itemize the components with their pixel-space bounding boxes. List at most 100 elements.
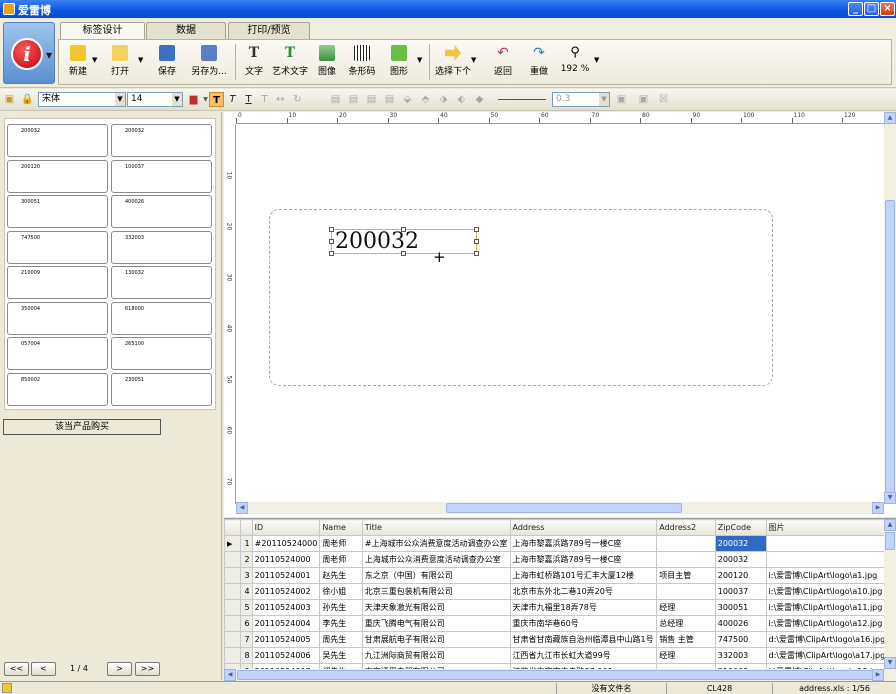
table-cell[interactable]: 747500: [714, 631, 767, 648]
align-right-icon[interactable]: ▤: [364, 92, 379, 107]
fill-color-icon[interactable]: ▣: [636, 92, 651, 107]
label-thumbnail[interactable]: 850002: [7, 372, 108, 406]
table-cell[interactable]: #上海城市公众消费意度活动调查办公室: [361, 535, 511, 552]
column-header[interactable]: Address: [509, 519, 658, 536]
table-cell[interactable]: 200032: [714, 551, 767, 568]
next-page-button[interactable]: >: [107, 662, 132, 676]
text-button[interactable]: T 文字: [241, 44, 267, 82]
table-cell[interactable]: i:\爱雷博\ClipArt\logo\a11.jpg: [765, 599, 896, 616]
italic-text-icon[interactable]: T: [225, 92, 240, 107]
table-cell[interactable]: 上海城市公众消费意度活动调查办公室: [361, 551, 511, 568]
table-cell[interactable]: 20110524000: [251, 551, 321, 568]
table-cell[interactable]: 天津天象激光有限公司: [361, 599, 511, 616]
table-cell[interactable]: 20110524001: [251, 567, 321, 584]
table-cell[interactable]: 400026: [714, 615, 767, 632]
art-text-button[interactable]: T 艺术文字: [270, 44, 310, 82]
table-cell[interactable]: 徐小姐: [319, 583, 363, 600]
redo-button[interactable]: ↷ 重做: [526, 44, 552, 82]
table-row[interactable]: 7 20110524005 周先生 甘肃展航电子有限公司 甘肃省甘南藏族自治州临潭县中山…: [224, 631, 896, 648]
label-thumbnail[interactable]: 210009: [7, 266, 108, 299]
label-thumbnail[interactable]: 747500: [7, 230, 108, 264]
flip-icon[interactable]: ⬘: [418, 92, 433, 107]
align-center-icon[interactable]: ▤: [346, 92, 361, 107]
zoom-chevron-down-icon[interactable]: ▼: [594, 56, 599, 64]
open-chevron-down-icon[interactable]: ▼: [138, 56, 143, 64]
tab-label-design[interactable]: 标签设计: [60, 22, 145, 40]
column-header[interactable]: Name: [319, 519, 363, 536]
table-row[interactable]: 8 20110524006 吴先生 九江洲际商贸有限公司 江西省九江市长虹大道99号 经理…: [224, 647, 896, 664]
scroll-up-icon[interactable]: ▲: [884, 112, 896, 124]
table-cell[interactable]: 200120: [714, 567, 767, 584]
table-cell[interactable]: 吴先生: [319, 647, 363, 664]
table-cell[interactable]: [656, 583, 716, 600]
rotate-icon[interactable]: ↻: [290, 92, 305, 107]
table-row[interactable]: 3 20110524001 赵先生 东之京（中国）有限公司 上海市虹桥路101号汇丰大厦…: [224, 567, 896, 584]
label-thumbnail[interactable]: 200120: [7, 159, 108, 193]
table-cell[interactable]: 孙先生: [319, 599, 363, 616]
table-row[interactable]: 4 20110524002 徐小姐 北京三重包装机有限公司 北京市东外北二巷10弄20号…: [224, 583, 896, 600]
label-thumbnail[interactable]: 230051: [111, 372, 212, 406]
table-cell[interactable]: 九江洲际商贸有限公司: [361, 647, 511, 664]
table-cell[interactable]: 周先生: [319, 631, 363, 648]
scroll-left-icon[interactable]: ◀: [224, 669, 236, 681]
table-cell[interactable]: 上海市虹桥路101号汇丰大厦12楼: [509, 567, 658, 584]
resize-handle[interactable]: [474, 251, 479, 256]
table-cell[interactable]: 总经理: [656, 615, 716, 632]
table-cell[interactable]: 上海市黎嘉浜路789号一楼C座: [509, 535, 658, 552]
scroll-up-icon[interactable]: ▲: [884, 519, 896, 531]
table-cell[interactable]: 东之京（中国）有限公司: [361, 567, 511, 584]
barcode-button[interactable]: 条形码: [346, 44, 378, 82]
align-justify-icon[interactable]: ▤: [382, 92, 397, 107]
table-cell[interactable]: 20110524004: [251, 615, 321, 632]
underline-text-icon[interactable]: T: [241, 92, 256, 107]
shape-button[interactable]: 图形: [386, 44, 412, 82]
bold-text-icon[interactable]: T: [209, 92, 224, 107]
toolbar-page-icon[interactable]: ▣: [2, 92, 17, 107]
column-header[interactable]: 图片: [765, 519, 896, 536]
label-thumbnail[interactable]: 300051: [7, 195, 108, 228]
resize-handle[interactable]: [474, 239, 479, 244]
table-cell[interactable]: i:\爱雷博\ClipArt\logo\a1.jpg: [765, 567, 896, 584]
tab-data[interactable]: 数据: [146, 22, 226, 39]
outline-text-icon[interactable]: T: [257, 92, 272, 107]
table-cell[interactable]: [765, 551, 896, 568]
column-header[interactable]: ZipCode: [714, 519, 767, 536]
buy-product-button[interactable]: 该当产品购买: [3, 419, 161, 435]
maximize-button[interactable]: □: [864, 2, 879, 16]
table-cell[interactable]: 北京市东外北二巷10弄20号: [509, 583, 658, 600]
table-cell[interactable]: 周老师: [319, 551, 363, 568]
resize-handle[interactable]: [474, 227, 479, 232]
table-cell[interactable]: 北京三重包装机有限公司: [361, 583, 511, 600]
table-cell[interactable]: d:\爱雷博\ClipArt\logo\a16.jpg: [765, 631, 896, 648]
lock-icon[interactable]: 🔒: [20, 92, 35, 107]
table-cell[interactable]: 天津市九福里18弄78号: [509, 599, 658, 616]
spacing-icon[interactable]: ↔: [273, 92, 288, 107]
clear-format-icon[interactable]: ☒: [656, 92, 671, 107]
table-cell[interactable]: 江西省九江市长虹大道99号: [509, 647, 658, 664]
label-thumbnail[interactable]: 400026: [111, 195, 212, 228]
label-thumbnail[interactable]: 332003: [111, 230, 212, 264]
grid-horizontal-scrollbar[interactable]: ◀ ▶: [224, 669, 896, 681]
scroll-thumb[interactable]: [237, 670, 877, 680]
minimize-button[interactable]: _: [848, 2, 863, 16]
label-thumbnail[interactable]: 100037: [111, 159, 212, 193]
label-thumbnail[interactable]: 130032: [111, 266, 212, 299]
table-cell[interactable]: i:\爱雷博\ClipArt\logo\a10.jpg: [765, 583, 896, 600]
font-family-select[interactable]: 宋体 ▼: [38, 92, 126, 107]
grid-vertical-scrollbar[interactable]: ▲ ▼: [884, 519, 896, 669]
table-cell[interactable]: 上海市黎嘉浜路789号一楼C座: [509, 551, 658, 568]
shape-chevron-down-icon[interactable]: ▼: [417, 56, 422, 64]
prev-page-button[interactable]: <: [31, 662, 56, 676]
fill-icon[interactable]: ◆: [472, 92, 487, 107]
canvas-horizontal-scrollbar[interactable]: ◀ ▶: [236, 502, 884, 514]
line-style-icon[interactable]: [498, 99, 546, 100]
table-cell[interactable]: 200032: [714, 535, 767, 552]
table-cell[interactable]: 销售 主管: [656, 631, 716, 648]
scroll-thumb[interactable]: [885, 532, 895, 550]
table-row[interactable]: 5 20110524003 孙先生 天津天象激光有限公司 天津市九福里18弄78号 经理 3…: [224, 599, 896, 616]
scroll-thumb[interactable]: [885, 200, 895, 500]
resize-handle[interactable]: [329, 251, 334, 256]
select-next-chevron-down-icon[interactable]: ▼: [471, 56, 476, 64]
column-header[interactable]: Address2: [656, 519, 716, 536]
resize-handle[interactable]: [329, 227, 334, 232]
